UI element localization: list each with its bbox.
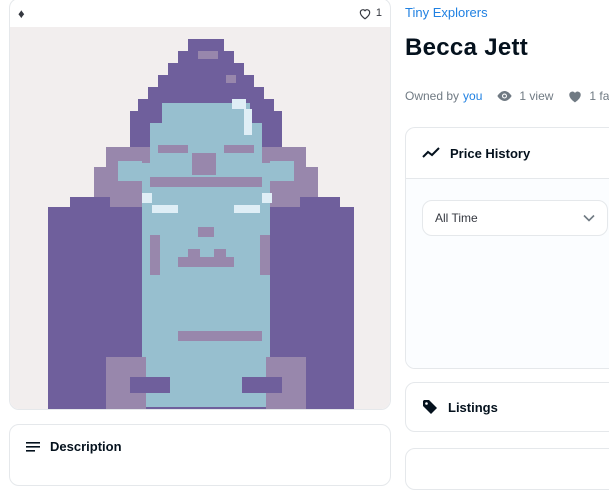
image-card-topbar: ♦ 1: [10, 0, 390, 27]
face: [118, 161, 142, 181]
cloak: [60, 219, 100, 239]
face: [142, 163, 270, 407]
brow: [224, 145, 254, 153]
views-label: 1 view: [519, 89, 554, 103]
hood-shade: [198, 51, 218, 59]
chevron-down-icon: [583, 214, 595, 222]
eye-glint: [142, 193, 152, 203]
price-history-body: All Time: [406, 179, 609, 368]
brow: [150, 177, 262, 187]
collection-link[interactable]: Tiny Explorers: [405, 5, 488, 20]
nft-artwork[interactable]: [10, 27, 390, 409]
time-range-value: All Time: [435, 211, 478, 225]
cloak-fold: [242, 377, 282, 393]
face: [270, 161, 294, 181]
hood: [168, 63, 244, 75]
cloak: [310, 219, 350, 239]
asset-title: Becca Jett: [405, 34, 529, 61]
hood-shade: [226, 75, 236, 83]
favorites-count: 1: [375, 7, 382, 19]
time-range-select[interactable]: All Time: [422, 200, 608, 236]
cheek: [260, 235, 270, 275]
favorites-meta[interactable]: 1 fa: [567, 89, 609, 103]
cloak-fold: [130, 377, 170, 393]
eye: [152, 205, 178, 213]
eye-glint: [262, 193, 272, 203]
nft-image-card: ♦ 1: [9, 0, 391, 410]
owner-link[interactable]: you: [463, 89, 482, 103]
nose: [198, 227, 214, 237]
listings-title: Listings: [448, 399, 498, 415]
mouth: [214, 249, 226, 257]
ownership-meta: Owned by you 1 view 1 fa: [405, 89, 609, 103]
lines-icon: [26, 441, 40, 452]
mouth: [188, 249, 200, 257]
hood: [188, 39, 224, 51]
brow: [158, 145, 188, 153]
eye-icon: [497, 91, 512, 101]
chin: [178, 331, 262, 341]
ethereum-icon: ♦: [18, 5, 25, 21]
pixel-art-portrait: [48, 39, 354, 409]
cloak: [70, 197, 110, 209]
cheek: [150, 235, 160, 275]
hood-glint: [244, 109, 252, 135]
owned-by-label: Owned by: [405, 89, 460, 103]
heart-outline-icon: [359, 8, 371, 19]
mouth: [178, 257, 234, 267]
price-history-panel: Price History All Time: [405, 127, 609, 369]
description-panel[interactable]: Description: [9, 424, 391, 486]
favorites-label: 1 fa: [589, 89, 609, 103]
description-title: Description: [50, 439, 122, 454]
eye: [234, 205, 260, 213]
tag-icon: [423, 400, 437, 414]
listings-panel[interactable]: Listings: [405, 382, 609, 432]
heart-filled-icon: [569, 91, 582, 103]
price-history-title: Price History: [450, 145, 531, 161]
favorite-button[interactable]: 1: [358, 7, 382, 20]
cloak: [300, 197, 340, 209]
views-count: 1 view: [496, 89, 553, 103]
hood-glint: [232, 99, 246, 109]
trend-line-icon: [422, 147, 440, 158]
hood: [148, 87, 264, 99]
hood: [158, 75, 254, 87]
price-history-header[interactable]: Price History: [406, 128, 609, 179]
nose-bridge: [192, 153, 216, 175]
next-panel[interactable]: [405, 448, 609, 490]
